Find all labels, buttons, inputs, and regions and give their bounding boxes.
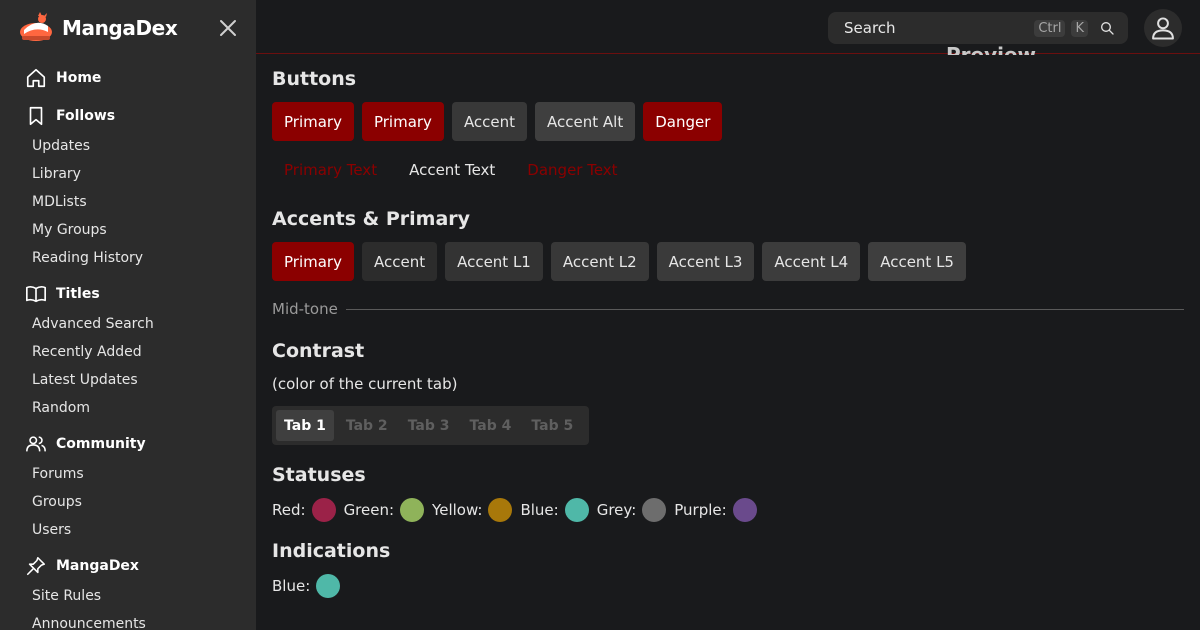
sidebar-item-label: Titles [56, 286, 100, 302]
search-icon[interactable] [1098, 19, 1116, 37]
status-label-grey: Grey: [596, 501, 637, 519]
user-avatar-button[interactable] [1144, 9, 1182, 47]
accent-button[interactable]: Accent [451, 102, 528, 141]
status-dot-purple [732, 498, 757, 522]
midtone-label: Mid-tone [272, 300, 338, 318]
sidebar: MangaDex Home Follows Updates Library MD… [0, 0, 256, 630]
status-label-purple: Purple: [674, 501, 727, 519]
sidebar-item-mangadex[interactable]: MangaDex [0, 550, 256, 582]
accent-alt-button[interactable]: Accent Alt [535, 102, 636, 141]
primary-text-button[interactable]: Primary Text [272, 150, 389, 189]
status-dot-blue [564, 498, 589, 522]
search-input[interactable]: Search Ctrl K [828, 12, 1128, 44]
statuses-row: Red: Green: Yellow: Blue: Grey: Purple: [272, 497, 765, 523]
sidebar-item-label: Community [56, 436, 146, 452]
status-dot-yellow [488, 498, 513, 522]
sidebar-item-random[interactable]: Random [0, 394, 256, 422]
status-label-red: Red: [272, 501, 306, 519]
sidebar-item-label: Home [56, 70, 102, 86]
danger-button[interactable]: Danger [643, 102, 723, 141]
sidebar-item-site-rules[interactable]: Site Rules [0, 582, 256, 610]
sidebar-item-recently-added[interactable]: Recently Added [0, 338, 256, 366]
section-title-statuses: Statuses [272, 464, 366, 486]
primary-button-2[interactable]: Primary [361, 102, 444, 141]
accent-swatch-l3[interactable]: Accent L3 [656, 242, 755, 281]
brand[interactable]: MangaDex [18, 12, 178, 44]
sidebar-item-label: MangaDex [56, 558, 139, 574]
sidebar-item-advanced-search[interactable]: Advanced Search [0, 310, 256, 338]
search-placeholder: Search [844, 19, 896, 37]
sidebar-item-reading-history[interactable]: Reading History [0, 244, 256, 272]
danger-text-button[interactable]: Danger Text [515, 150, 629, 189]
tab-5[interactable]: Tab 5 [523, 410, 581, 441]
tab-1[interactable]: Tab 1 [276, 410, 334, 441]
indication-label-blue: Blue: [272, 577, 311, 595]
accent-swatch-l2[interactable]: Accent L2 [550, 242, 649, 281]
sidebar-item-announcements[interactable]: Announcements [0, 610, 256, 630]
shortcut-k-key: K [1071, 19, 1088, 37]
tab-2[interactable]: Tab 2 [338, 410, 396, 441]
section-title-contrast: Contrast [272, 340, 365, 362]
sidebar-item-users[interactable]: Users [0, 516, 256, 544]
users-icon [24, 432, 48, 456]
close-icon [220, 20, 236, 36]
bookmark-icon [24, 104, 48, 128]
contrast-subtitle: (color of the current tab) [272, 375, 458, 393]
sidebar-nav: Home Follows Updates Library MDLists My … [0, 62, 256, 630]
brand-name: MangaDex [62, 16, 178, 40]
sidebar-item-my-groups[interactable]: My Groups [0, 216, 256, 244]
section-title-buttons: Buttons [272, 68, 357, 90]
sidebar-item-groups[interactable]: Groups [0, 488, 256, 516]
sidebar-item-titles[interactable]: Titles [0, 278, 256, 310]
filled-buttons-row: Primary Primary Accent Accent Alt Danger [272, 102, 730, 141]
mangadex-logo-icon [18, 12, 54, 44]
sidebar-item-mdlists[interactable]: MDLists [0, 188, 256, 216]
sidebar-item-community[interactable]: Community [0, 428, 256, 460]
sidebar-item-forums[interactable]: Forums [0, 460, 256, 488]
close-sidebar-button[interactable] [216, 16, 240, 40]
midtone-divider: Mid-tone [272, 300, 1184, 318]
book-open-icon [24, 282, 48, 306]
divider-line [345, 308, 1184, 310]
accent-swatch-l4[interactable]: Accent L4 [762, 242, 861, 281]
tab-3[interactable]: Tab 3 [400, 410, 458, 441]
status-label-blue: Blue: [520, 501, 559, 519]
primary-button[interactable]: Primary [272, 102, 354, 141]
accent-swatch-l1[interactable]: Accent L1 [445, 242, 543, 281]
sidebar-item-library[interactable]: Library [0, 160, 256, 188]
indication-dot-blue [316, 574, 341, 598]
accent-text-button[interactable]: Accent Text [397, 150, 507, 189]
section-title-accents: Accents & Primary [272, 208, 471, 230]
indications-row: Blue: [272, 573, 348, 599]
user-icon [1152, 17, 1174, 40]
status-label-green: Green: [343, 501, 395, 519]
sidebar-item-updates[interactable]: Updates [0, 132, 256, 160]
contrast-tabs: Tab 1 Tab 2 Tab 3 Tab 4 Tab 5 [272, 406, 590, 445]
sidebar-item-label: Follows [56, 108, 116, 124]
accent-swatch-accent[interactable]: Accent [361, 242, 438, 281]
sidebar-item-follows[interactable]: Follows [0, 100, 256, 132]
status-dot-grey [642, 498, 667, 522]
tab-4[interactable]: Tab 4 [462, 410, 520, 441]
status-dot-red [311, 498, 336, 522]
section-title-indications: Indications [272, 540, 391, 562]
top-header: Preview Search Ctrl K [256, 0, 1200, 55]
accent-swatch-l5[interactable]: Accent L5 [868, 242, 966, 281]
text-buttons-row: Primary Text Accent Text Danger Text [272, 150, 638, 189]
sidebar-item-latest-updates[interactable]: Latest Updates [0, 366, 256, 394]
status-label-yellow: Yellow: [432, 501, 483, 519]
sidebar-item-home[interactable]: Home [0, 62, 256, 94]
home-icon [24, 66, 48, 90]
accent-swatch-primary[interactable]: Primary [272, 242, 354, 281]
pin-icon [24, 554, 48, 578]
accents-row: Primary Accent Accent L1 Accent L2 Accen… [272, 242, 974, 281]
shortcut-ctrl-key: Ctrl [1034, 19, 1066, 37]
status-dot-green [400, 498, 425, 522]
